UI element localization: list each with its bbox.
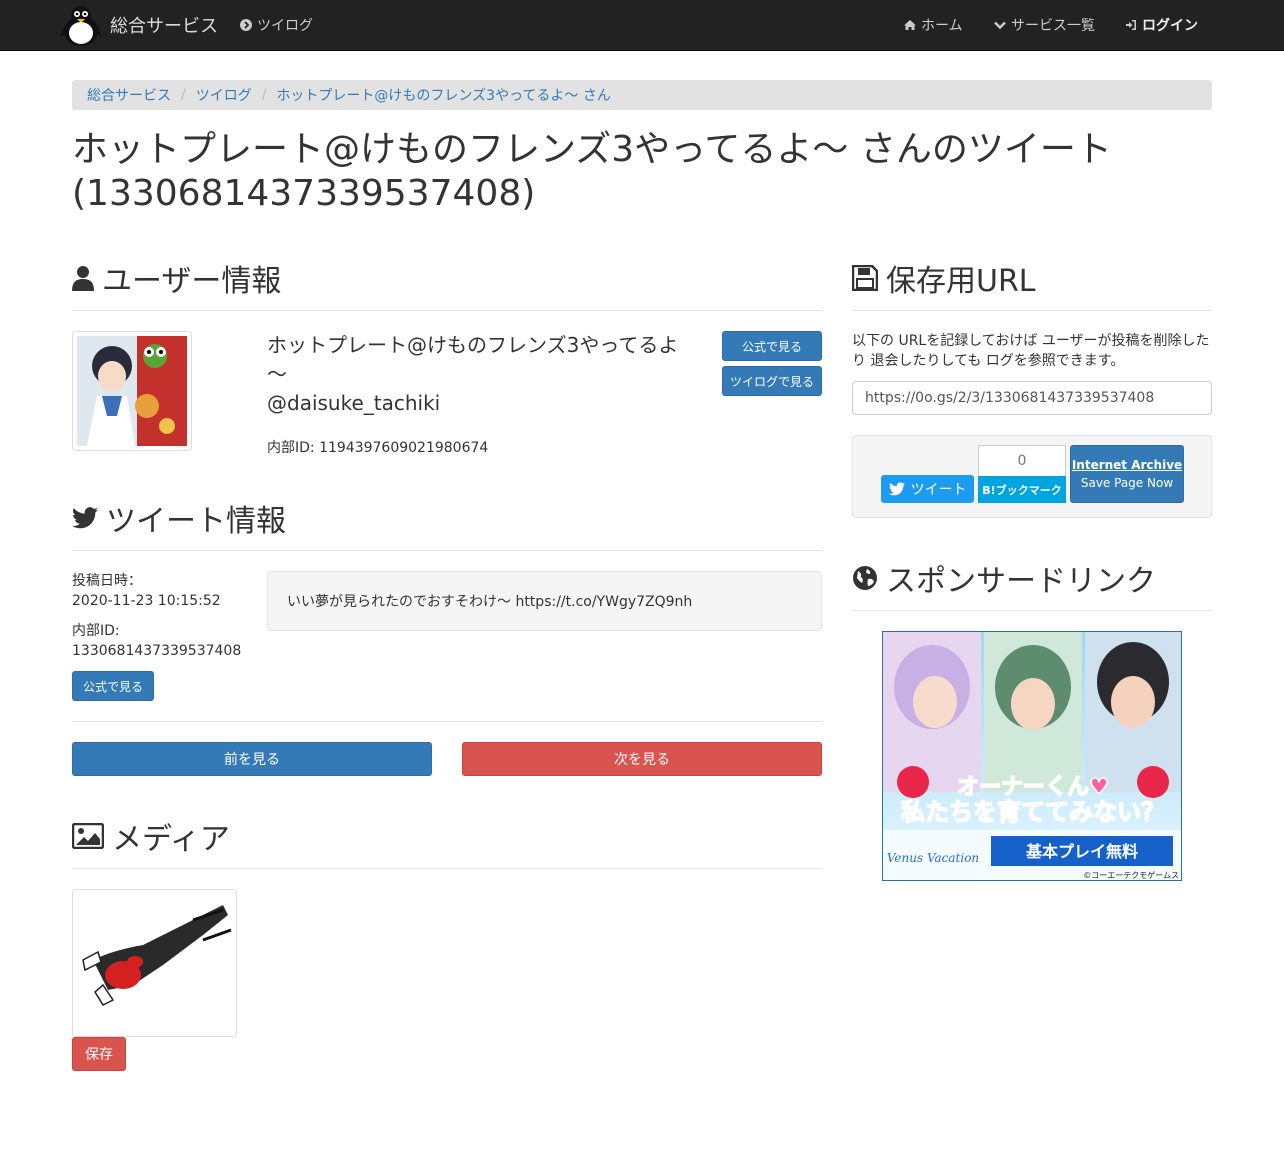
nav-login[interactable]: ログイン <box>1125 0 1198 50</box>
user-internal-id: 内部ID: 1194397609021980674 <box>267 440 489 456</box>
twitter-icon <box>72 507 98 529</box>
user-icon <box>72 266 94 291</box>
ad-image: オーナーくん♥ 私たちを育ててみない？ Venus Vacation 基本プレイ… <box>883 632 1181 880</box>
tweet-internal-value: 1330681437339537408 <box>72 643 242 659</box>
tweet-info-heading-text: ツイート情報 <box>106 504 286 539</box>
floppy-disk-icon <box>852 265 878 291</box>
media-image <box>82 905 232 1006</box>
next-button[interactable]: 次を見る <box>462 742 822 776</box>
prev-button[interactable]: 前を見る <box>72 742 432 776</box>
home-icon <box>904 20 916 30</box>
user-display-name: ホットプレート@けものフレンズ3やってるよ～️ <box>267 333 679 386</box>
ad-logo: Venus Vacation <box>887 851 979 865</box>
nav-home[interactable]: ホーム <box>904 0 963 50</box>
ia-subtitle: Save Page Now <box>1080 476 1174 490</box>
sign-in-icon <box>1126 20 1136 30</box>
divider <box>72 550 822 551</box>
hatena-bookmark-button[interactable]: B!ブックマーク <box>978 476 1066 503</box>
hatena-count: 0 <box>978 445 1066 476</box>
avatar <box>72 331 192 451</box>
brand-link[interactable]: 総合サービス <box>60 0 218 50</box>
globe-icon <box>853 566 877 590</box>
breadcrumb-separator: / <box>261 87 267 103</box>
divider <box>72 868 822 869</box>
save-url-heading: 保存用URL <box>852 256 1036 300</box>
navbar: 総合サービス ツイログ ホーム サービス一覧 ログイン <box>0 0 1284 51</box>
image-icon <box>72 823 104 849</box>
penguin-logo-icon <box>60 6 102 46</box>
tweet-share-label: ツイート <box>910 482 967 498</box>
user-screen-name: @daisuke_tachiki <box>267 391 441 415</box>
ia-title: Internet Archive <box>1071 458 1183 472</box>
page-title: ホットプレート@けものフレンズ3やってるよ～️ さんのツイート (1330681… <box>72 129 1112 214</box>
ad-line2: 私たちを育ててみない？ <box>901 798 1165 826</box>
posted-label: 投稿日時： <box>72 573 142 589</box>
save-url-heading-text: 保存用URL <box>886 264 1036 299</box>
nav-services[interactable]: サービス一覧 <box>994 0 1095 50</box>
tweet-internal-label: 内部ID: <box>72 623 120 639</box>
save-url-input[interactable] <box>852 381 1212 415</box>
chevron-circle-right-icon <box>240 19 252 31</box>
posted-value: 2020-11-23 10:15:52 <box>72 593 221 609</box>
breadcrumb-separator: / <box>181 87 186 103</box>
tweet-share-button[interactable]: ツイート <box>881 475 974 503</box>
tweet-text-box: いい夢が見られたのでおすそわけ～ https://t.co/YWgy7ZQ9nh <box>267 571 822 631</box>
ad-copyright: ©コーエーテクモゲームス <box>1083 870 1179 880</box>
divider <box>72 310 822 311</box>
internet-archive-button[interactable]: Internet Archive Save Page Now <box>1070 445 1184 503</box>
breadcrumb: 総合サービス / ツイログ / ホットプレート@けものフレンズ3やってるよ～️ … <box>72 80 1212 110</box>
sponsor-ad-banner[interactable]: オーナーくん♥ 私たちを育ててみない？ Venus Vacation 基本プレイ… <box>882 631 1182 881</box>
nav-login-label: ログイン <box>1142 18 1198 34</box>
nav-twilog[interactable]: ツイログ <box>240 0 313 50</box>
chevron-down-icon <box>994 21 1006 30</box>
brand-text: 総合サービス <box>110 16 218 37</box>
user-info-heading: ユーザー情報 <box>72 256 281 300</box>
sponsor-heading-text: スポンサードリンク <box>886 564 1156 599</box>
divider <box>852 610 1212 611</box>
nav-home-label: ホーム <box>921 18 963 34</box>
save-url-description: 以下の URLを記録しておけば ユーザーが投稿を削除したり 退会したりしても ロ… <box>852 333 1210 369</box>
media-thumbnail[interactable] <box>72 889 237 1037</box>
tweet-official-button[interactable]: 公式で見る <box>72 671 154 701</box>
divider <box>72 721 822 722</box>
twitter-icon <box>888 482 905 496</box>
nav-services-label: サービス一覧 <box>1011 18 1095 34</box>
ad-cta: 基本プレイ無料 <box>1025 842 1138 861</box>
save-media-button[interactable]: 保存 <box>72 1037 126 1071</box>
ad-line1: オーナーくん♥ <box>957 775 1109 800</box>
sponsor-heading: スポンサードリンク <box>852 556 1156 600</box>
media-heading: メディア <box>72 814 230 858</box>
tweet-info-heading: ツイート情報 <box>72 496 286 540</box>
user-display-name-block: ホットプレート@けものフレンズ3やってるよ～️ @daisuke_tachiki <box>267 331 687 418</box>
avatar-image <box>77 336 187 446</box>
user-info-heading-text: ユーザー情報 <box>102 264 282 299</box>
divider <box>852 310 1212 311</box>
media-heading-text: メディア <box>112 822 230 857</box>
user-twilog-button[interactable]: ツイログで見る <box>722 366 822 396</box>
tweet-text[interactable]: いい夢が見られたのでおすそわけ～ https://t.co/YWgy7ZQ9nh <box>287 591 692 611</box>
nav-twilog-label: ツイログ <box>257 18 313 34</box>
breadcrumb-twilog[interactable]: ツイログ <box>196 85 252 105</box>
breadcrumb-user[interactable]: ホットプレート@けものフレンズ3やってるよ～️ さん <box>276 85 610 105</box>
user-official-button[interactable]: 公式で見る <box>722 331 822 361</box>
breadcrumb-home[interactable]: 総合サービス <box>87 85 171 105</box>
